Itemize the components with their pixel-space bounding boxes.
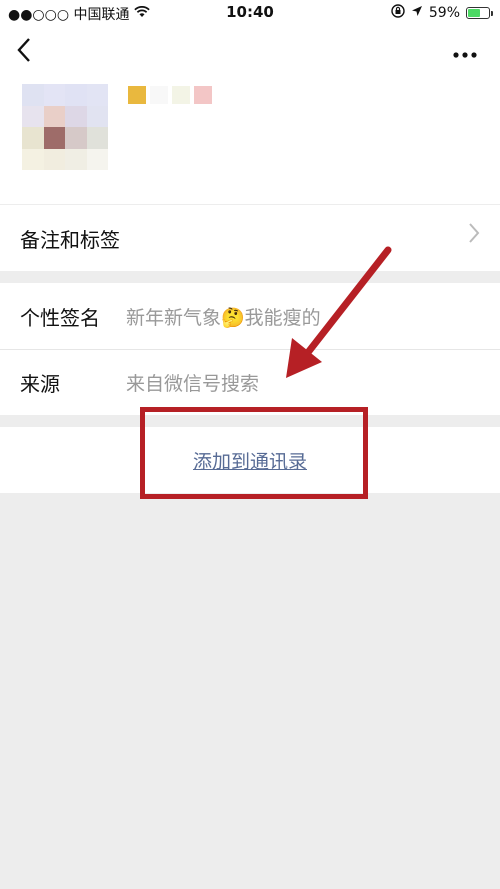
battery-percent: 59% [428,5,460,21]
chevron-left-icon [16,37,32,72]
back-button[interactable] [16,36,32,71]
source-label: 来源 [20,372,60,396]
signature-value: 新年新气象🤔我能瘦的 [126,306,321,329]
battery-icon [466,7,493,19]
remarks-tags-row[interactable]: 备注和标签 [0,205,500,271]
status-bar: ●●○○○ 中国联通 10:40 59% [0,0,500,26]
location-arrow-icon [411,5,423,21]
source-value: 来自微信号搜索 [126,373,260,395]
chevron-right-icon [468,221,480,251]
system-indicators: 59% [391,4,493,22]
info-section: 个性签名 新年新气象🤔我能瘦的 来源 来自微信号搜索 [0,283,500,415]
signature-row: 个性签名 新年新气象🤔我能瘦的 [0,283,500,349]
remarks-tags-label: 备注和标签 [20,227,120,252]
profile-name-redacted [128,86,212,104]
avatar[interactable] [22,84,108,170]
orientation-lock-icon [391,4,405,22]
remarks-section: 备注和标签 [0,205,500,271]
profile-header [0,26,500,204]
more-dots-icon [452,37,478,65]
battery-fill [468,9,480,17]
source-row: 来源 来自微信号搜索 [0,349,500,415]
more-options-button[interactable] [452,36,478,66]
signature-label: 个性签名 [20,305,100,330]
annotation-highlight-box [140,407,368,499]
